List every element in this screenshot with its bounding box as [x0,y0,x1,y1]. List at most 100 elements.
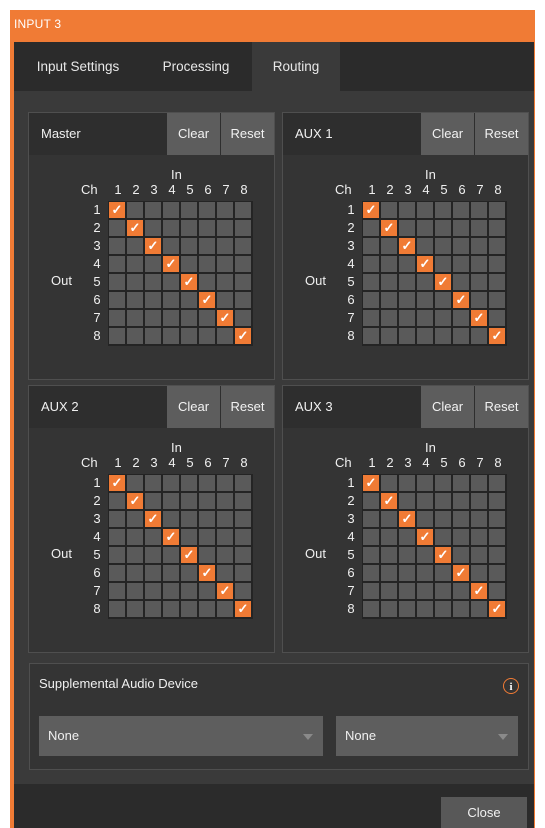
route-cell[interactable] [145,256,161,272]
info-icon[interactable]: i [503,678,519,694]
route-cell[interactable] [471,256,487,272]
route-cell[interactable] [363,292,379,308]
route-cell[interactable] [127,475,143,491]
route-cell[interactable] [363,256,379,272]
route-cell-checked[interactable] [453,292,469,308]
route-cell[interactable] [471,220,487,236]
route-cell[interactable] [435,220,451,236]
route-cell[interactable] [145,274,161,290]
route-cell-checked[interactable] [163,256,179,272]
route-cell[interactable] [399,565,415,581]
route-cell-checked[interactable] [217,583,233,599]
route-cell[interactable] [217,292,233,308]
route-cell[interactable] [435,493,451,509]
route-cell[interactable] [109,529,125,545]
route-cell[interactable] [435,328,451,344]
route-cell[interactable] [199,475,215,491]
route-cell[interactable] [453,256,469,272]
route-cell[interactable] [199,328,215,344]
route-cell-checked[interactable] [399,238,415,254]
tab-routing[interactable]: Routing [252,42,340,91]
route-cell[interactable] [381,601,397,617]
route-cell[interactable] [199,256,215,272]
route-cell[interactable] [163,511,179,527]
tab-input-settings[interactable]: Input Settings [14,42,142,91]
route-cell[interactable] [489,256,505,272]
route-cell[interactable] [235,493,251,509]
route-cell[interactable] [217,202,233,218]
route-cell[interactable] [399,310,415,326]
route-cell[interactable] [417,493,433,509]
route-cell[interactable] [199,310,215,326]
route-cell[interactable] [471,511,487,527]
route-cell[interactable] [127,565,143,581]
route-cell[interactable] [417,292,433,308]
route-cell[interactable] [181,601,197,617]
route-cell[interactable] [363,565,379,581]
route-cell[interactable] [417,601,433,617]
route-cell[interactable] [471,493,487,509]
route-cell[interactable] [163,583,179,599]
route-cell[interactable] [235,310,251,326]
route-cell[interactable] [217,220,233,236]
route-cell[interactable] [363,583,379,599]
route-cell[interactable] [235,274,251,290]
route-cell[interactable] [381,202,397,218]
route-cell[interactable] [417,238,433,254]
route-cell[interactable] [363,220,379,236]
route-cell[interactable] [109,292,125,308]
route-cell[interactable] [199,238,215,254]
route-cell[interactable] [163,202,179,218]
route-cell[interactable] [181,529,197,545]
route-cell[interactable] [471,202,487,218]
route-cell[interactable] [381,583,397,599]
route-cell-checked[interactable] [145,238,161,254]
route-cell[interactable] [163,310,179,326]
route-cell[interactable] [145,547,161,563]
route-cell[interactable] [181,238,197,254]
route-cell[interactable] [381,511,397,527]
route-cell[interactable] [163,328,179,344]
route-cell[interactable] [163,292,179,308]
route-cell-checked[interactable] [471,583,487,599]
route-cell[interactable] [235,292,251,308]
route-cell[interactable] [109,583,125,599]
route-cell[interactable] [235,220,251,236]
route-cell-checked[interactable] [217,310,233,326]
supplemental-device-select-left[interactable]: None [39,716,323,756]
reset-button[interactable]: Reset [221,386,274,428]
route-cell[interactable] [471,601,487,617]
route-cell[interactable] [217,475,233,491]
route-cell[interactable] [489,583,505,599]
route-cell[interactable] [109,601,125,617]
route-cell[interactable] [489,529,505,545]
supplemental-device-select-right[interactable]: None [336,716,518,756]
route-cell-checked[interactable] [109,475,125,491]
route-cell[interactable] [381,238,397,254]
route-cell-checked[interactable] [127,220,143,236]
route-cell[interactable] [199,220,215,236]
route-cell[interactable] [471,274,487,290]
route-cell[interactable] [145,493,161,509]
route-cell[interactable] [399,475,415,491]
route-cell[interactable] [127,292,143,308]
close-button[interactable]: Close [441,797,527,828]
route-cell-checked[interactable] [489,601,505,617]
route-cell[interactable] [471,328,487,344]
route-cell[interactable] [217,274,233,290]
route-cell[interactable] [363,547,379,563]
route-cell[interactable] [109,310,125,326]
route-cell[interactable] [163,238,179,254]
route-cell[interactable] [489,475,505,491]
route-cell[interactable] [489,547,505,563]
route-cell[interactable] [489,202,505,218]
route-cell[interactable] [127,328,143,344]
route-cell[interactable] [127,601,143,617]
route-cell[interactable] [363,601,379,617]
route-cell[interactable] [145,601,161,617]
route-cell[interactable] [399,328,415,344]
route-cell[interactable] [181,511,197,527]
route-cell[interactable] [109,220,125,236]
tab-processing[interactable]: Processing [142,42,250,91]
route-cell-checked[interactable] [127,493,143,509]
